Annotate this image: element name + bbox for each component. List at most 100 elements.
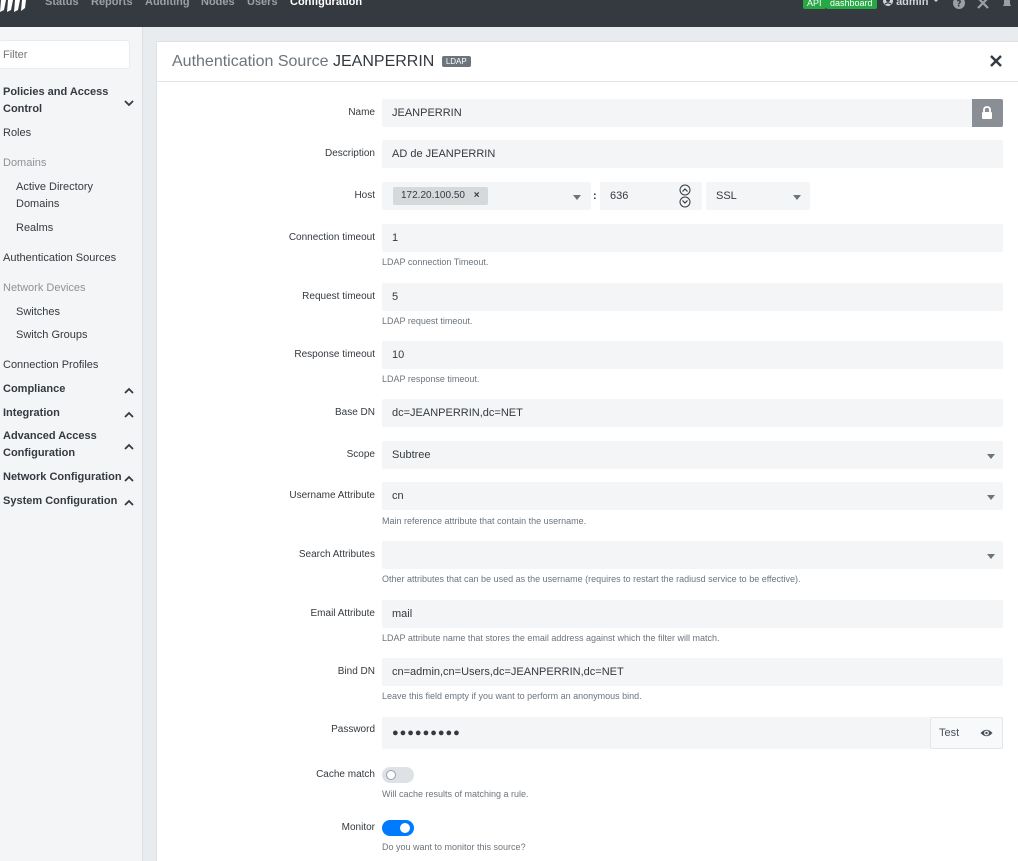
response-timeout-label: Response timeout bbox=[294, 349, 375, 360]
email-attribute-label: Email Attribute bbox=[310, 608, 375, 619]
chevron-down-icon[interactable] bbox=[573, 195, 581, 200]
connection-timeout-label: Connection timeout bbox=[288, 232, 375, 243]
search-attributes-select[interactable] bbox=[382, 541, 1003, 569]
connection-timeout-input[interactable]: 1 bbox=[382, 224, 1003, 252]
cache-match-toggle[interactable] bbox=[382, 767, 414, 783]
cache-match-label: Cache match bbox=[316, 769, 375, 780]
close-icon[interactable] bbox=[989, 54, 1003, 68]
card-header: Authentication Source JEANPERRIN LDAP bbox=[157, 42, 1018, 82]
title-prefix: Authentication Source bbox=[172, 53, 329, 70]
dashboard-badge[interactable]: dashboard bbox=[826, 0, 877, 9]
api-badge[interactable]: API bbox=[803, 0, 826, 9]
bell-icon[interactable] bbox=[1001, 0, 1013, 9]
sidebar-item-advanced-access[interactable]: Advanced Access Configuration bbox=[3, 428, 113, 462]
type-badge: LDAP bbox=[441, 56, 471, 67]
sidebar-item-system-configuration[interactable]: System Configuration bbox=[3, 493, 117, 510]
sidebar-item-roles[interactable]: Roles bbox=[3, 125, 31, 142]
chevron-up-icon[interactable] bbox=[124, 411, 134, 419]
host-label: Host bbox=[354, 190, 375, 201]
lock-button[interactable] bbox=[972, 99, 1003, 127]
search-attributes-label: Search Attributes bbox=[298, 549, 375, 560]
password-input[interactable]: ●●●●●●●●● bbox=[382, 717, 930, 749]
sidebar-section-network-devices: Network Devices bbox=[3, 282, 86, 294]
nav-configuration[interactable]: Configuration bbox=[290, 0, 362, 8]
email-attribute-help: LDAP attribute name that stores the emai… bbox=[382, 633, 720, 643]
search-attributes-help: Other attributes that can be used as the… bbox=[382, 574, 801, 584]
sidebar-section-domains: Domains bbox=[3, 157, 47, 169]
nav-status[interactable]: Status bbox=[45, 0, 79, 8]
bind-dn-label: Bind DN bbox=[337, 666, 375, 677]
monitor-toggle[interactable] bbox=[382, 820, 414, 836]
user-menu[interactable]: admin bbox=[883, 0, 940, 8]
description-input[interactable]: AD de JEANPERRIN bbox=[382, 140, 1003, 168]
request-timeout-label: Request timeout bbox=[302, 291, 375, 302]
sidebar-item-policies[interactable]: Policies and Access Control bbox=[3, 84, 118, 118]
nav-users[interactable]: Users bbox=[247, 0, 278, 8]
sidebar-item-switch-groups[interactable]: Switch Groups bbox=[16, 327, 88, 344]
user-icon bbox=[883, 0, 893, 6]
bind-dn-help: Leave this field empty if you want to pe… bbox=[382, 691, 642, 701]
response-timeout-input[interactable]: 10 bbox=[382, 341, 1003, 369]
host-tag: 172.20.100.50 × bbox=[393, 187, 488, 205]
chevron-up-icon[interactable] bbox=[124, 475, 134, 483]
sidebar-item-network-configuration[interactable]: Network Configuration bbox=[3, 469, 122, 486]
sidebar: Policies and Access Control Roles Domain… bbox=[0, 27, 143, 861]
sidebar-item-connection-profiles[interactable]: Connection Profiles bbox=[3, 357, 98, 374]
chevron-down-icon bbox=[933, 0, 938, 2]
monitor-help: Do you want to monitor this source? bbox=[382, 842, 526, 852]
chevron-down-icon[interactable] bbox=[987, 554, 995, 559]
eye-icon[interactable] bbox=[980, 728, 993, 738]
description-label: Description bbox=[324, 148, 375, 159]
sidebar-item-switches[interactable]: Switches bbox=[16, 304, 60, 321]
response-timeout-help: LDAP response timeout. bbox=[382, 374, 480, 384]
auth-source-card: Authentication Source JEANPERRIN LDAP Na… bbox=[156, 41, 1018, 861]
password-label: Password bbox=[331, 724, 375, 735]
chevron-up-icon[interactable] bbox=[124, 499, 134, 507]
password-addon: Test bbox=[930, 717, 1003, 749]
sidebar-item-realms[interactable]: Realms bbox=[16, 220, 53, 237]
title-source-name: JEANPERRIN bbox=[333, 53, 435, 70]
sidebar-item-integration[interactable]: Integration bbox=[3, 405, 60, 422]
scope-select[interactable]: Subtree bbox=[382, 441, 1003, 469]
top-navbar: Status Reports Auditing Nodes Users Conf… bbox=[0, 0, 1018, 27]
host-tag-label: 172.20.100.50 bbox=[401, 190, 465, 201]
cache-match-help: Will cache results of matching a rule. bbox=[382, 789, 529, 799]
svg-text:?: ? bbox=[956, 0, 961, 9]
sidebar-item-compliance[interactable]: Compliance bbox=[3, 381, 65, 398]
port-stepper-icon[interactable] bbox=[678, 183, 692, 209]
bind-dn-input[interactable]: cn=admin,cn=Users,dc=JEANPERRIN,dc=NET bbox=[382, 658, 1003, 686]
chevron-up-icon[interactable] bbox=[124, 443, 134, 451]
request-timeout-input[interactable]: 5 bbox=[382, 283, 1003, 311]
tools-icon[interactable] bbox=[977, 0, 989, 9]
nav-auditing[interactable]: Auditing bbox=[145, 0, 190, 8]
base-dn-input[interactable]: dc=JEANPERRIN,dc=NET bbox=[382, 399, 1003, 427]
email-attribute-input[interactable]: mail bbox=[382, 600, 1003, 628]
chevron-down-icon[interactable] bbox=[987, 454, 995, 459]
connection-timeout-help: LDAP connection Timeout. bbox=[382, 257, 489, 267]
sidebar-item-authentication-sources[interactable]: Authentication Sources bbox=[3, 250, 116, 267]
chevron-up-icon[interactable] bbox=[124, 387, 134, 395]
lock-icon bbox=[982, 106, 992, 119]
logo-icon[interactable] bbox=[0, 0, 26, 12]
test-button[interactable]: Test bbox=[939, 727, 959, 739]
username-attribute-help: Main reference attribute that contain th… bbox=[382, 516, 587, 526]
nav-nodes[interactable]: Nodes bbox=[201, 0, 235, 8]
chevron-down-icon[interactable] bbox=[987, 495, 995, 500]
port-separator: : bbox=[593, 190, 597, 202]
request-timeout-help: LDAP request timeout. bbox=[382, 316, 473, 326]
name-label: Name bbox=[348, 107, 375, 118]
monitor-label: Monitor bbox=[341, 822, 375, 833]
help-icon[interactable]: ? bbox=[953, 0, 965, 9]
chevron-down-icon[interactable] bbox=[124, 99, 134, 107]
chevron-down-icon[interactable] bbox=[793, 195, 801, 200]
scope-label: Scope bbox=[346, 449, 375, 460]
sidebar-item-active-directory[interactable]: Active Directory Domains bbox=[16, 179, 116, 213]
base-dn-label: Base DN bbox=[334, 407, 375, 418]
nav-reports[interactable]: Reports bbox=[91, 0, 133, 8]
name-field: JEANPERRIN bbox=[382, 99, 972, 127]
username-attribute-label: Username Attribute bbox=[289, 490, 375, 501]
remove-tag-icon[interactable]: × bbox=[474, 190, 480, 201]
username-attribute-select[interactable]: cn bbox=[382, 482, 1003, 510]
page-title: Authentication Source JEANPERRIN LDAP bbox=[172, 53, 471, 71]
filter-input[interactable] bbox=[0, 40, 130, 69]
